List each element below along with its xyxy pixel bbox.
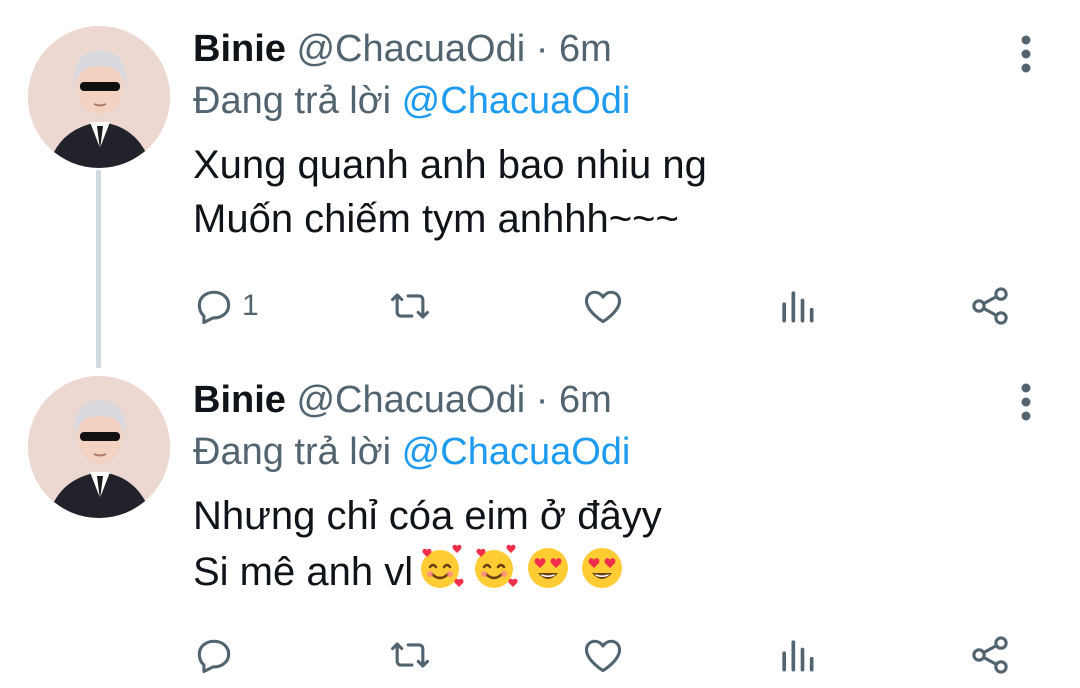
reply-button[interactable] [192,630,242,680]
emoji-group [415,543,627,593]
analytics-icon [782,640,814,672]
reply-button[interactable]: 1 [192,281,259,331]
heart-eyes-emoji [528,548,569,588]
replying-mention-link[interactable]: @ChacuaOdi [402,431,631,473]
timestamp[interactable]: 6m [559,28,612,70]
tweet-text-line: Xung quanh anh bao nhiu ng [193,143,707,187]
analytics-button[interactable] [775,630,819,680]
tweet-text-line: Nhưng chỉ cóa eim ở đâyy [193,494,662,538]
tweet-text-segment: Si mê anh vl [193,550,414,594]
like-icon [584,290,622,324]
timestamp[interactable]: 6m [559,379,612,421]
display-name[interactable]: Binie [193,28,286,70]
avatar[interactable] [28,26,170,168]
user-handle[interactable]: @ChacuaOdi [296,379,525,421]
more-icon[interactable] [1016,382,1036,422]
tweet-header: Binie @ChacuaOdi · 6m [193,26,1000,72]
tweet-actions: 1 [0,281,1080,331]
tweet[interactable]: Binie @ChacuaOdi · 6m Đang trả lời @Chac… [0,360,1080,688]
retweet-button[interactable] [388,281,432,331]
tweet-header: Binie @ChacuaOdi · 6m [193,377,1000,423]
retweet-icon [391,293,429,319]
separator-dot: · [535,28,549,70]
smiling-face-with-hearts-emoji [421,544,464,588]
share-icon [972,636,1008,674]
tweet-actions [0,630,1080,680]
share-button[interactable] [968,630,1012,680]
retweet-button[interactable] [388,630,432,680]
separator-dot: · [535,379,549,421]
analytics-icon [782,291,814,323]
share-button[interactable] [968,281,1012,331]
retweet-icon [391,642,429,668]
reply-icon [197,639,231,674]
avatar[interactable] [28,376,170,518]
like-button[interactable] [581,281,625,331]
replying-mention-link[interactable]: @ChacuaOdi [402,80,631,122]
replying-label: Đang trả lời [193,80,392,122]
smiling-face-with-hearts-emoji [475,544,518,588]
reply-icon [197,290,231,325]
like-button[interactable] [581,630,625,680]
reply-count: 1 [242,289,259,322]
replying-to: Đang trả lời @ChacuaOdi [193,429,1000,475]
replying-label: Đang trả lời [193,431,392,473]
tweet-text: Nhưng chỉ cóa eim ở đâyy Si mê anh vl [193,489,1000,599]
tweet-text: Xung quanh anh bao nhiu ng Muốn chiếm ty… [193,138,1000,246]
display-name[interactable]: Binie [193,379,286,421]
user-handle[interactable]: @ChacuaOdi [296,28,525,70]
analytics-button[interactable] [775,281,819,331]
tweet[interactable]: Binie @ChacuaOdi · 6m Đang trả lời @Chac… [0,0,1080,360]
heart-eyes-emoji [582,548,623,588]
more-icon[interactable] [1016,34,1036,74]
like-icon [584,639,622,673]
tweet-text-line: Si mê anh vl [193,543,1000,599]
replying-to: Đang trả lời @ChacuaOdi [193,78,1000,124]
tweet-text-line: Muốn chiếm tym anhhh~~~ [193,197,679,241]
share-icon [972,287,1008,325]
